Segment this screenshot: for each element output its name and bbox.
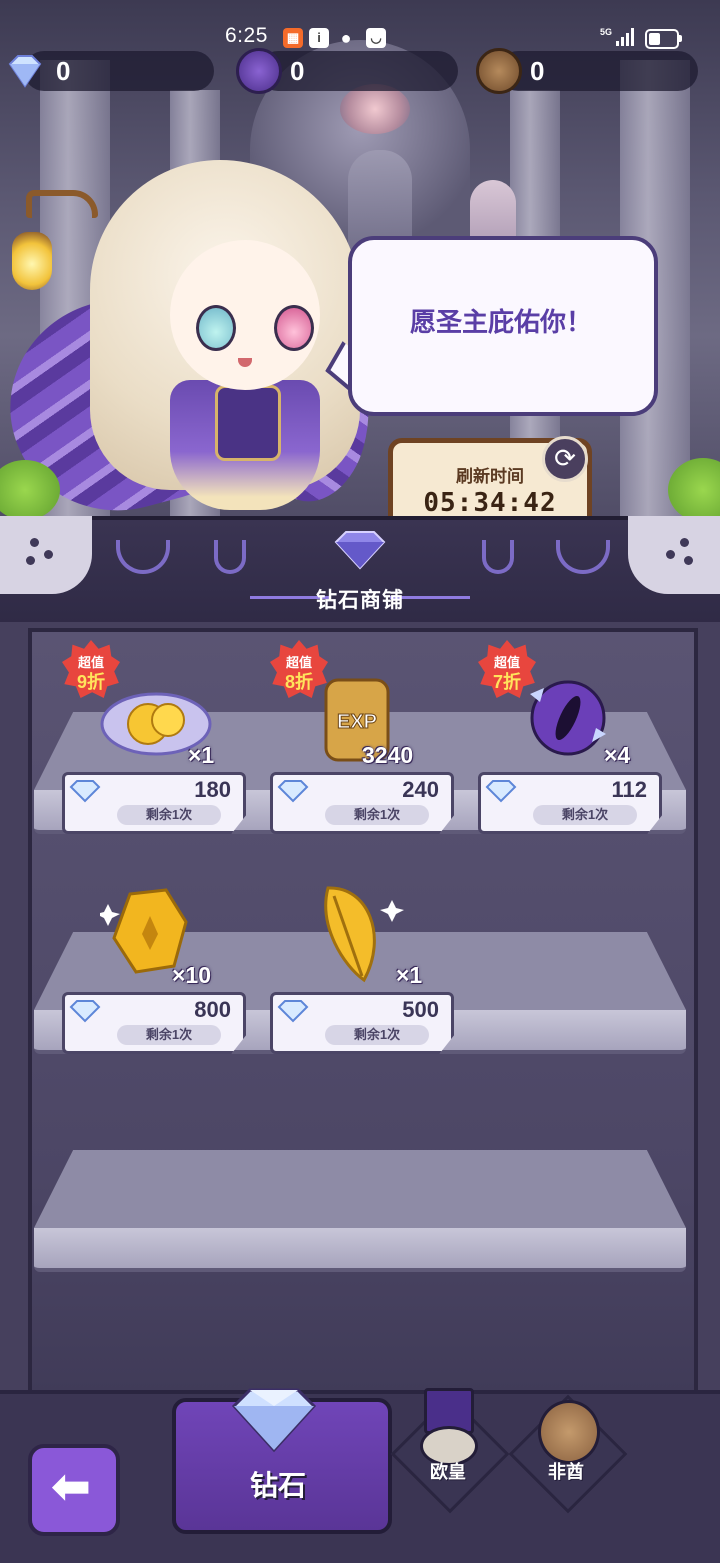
price-value: 112 <box>611 777 648 802</box>
price-value: 240 <box>402 777 439 802</box>
remaining-count: 剩余1次 <box>117 805 221 825</box>
tab-diamond-label: 钻石 <box>249 1470 306 1501</box>
shelf-front <box>34 1228 686 1272</box>
refresh-icon: ⟳ <box>554 443 576 473</box>
shop-item-1[interactable]: 超值 9折 ×1 180 剩余1次 <box>60 640 246 834</box>
refresh-button[interactable]: ⟳ <box>542 436 588 482</box>
tab-ouhuang-label: 欧皇 <box>430 1462 466 1482</box>
top-hat-icon <box>236 48 282 94</box>
lantern-icon <box>12 232 52 290</box>
ornament-swirl <box>214 540 246 574</box>
diamond-icon <box>485 780 517 803</box>
item-quantity: ×1 <box>188 742 215 768</box>
chat-notification-icon: ● <box>340 28 352 48</box>
item-quantity: ×1 <box>396 962 423 988</box>
remaining-count: 剩余1次 <box>533 805 637 825</box>
header-ornament-left <box>0 516 92 594</box>
info-notification-icon: i <box>309 28 329 48</box>
item-quantity: ×4 <box>604 742 631 768</box>
badge-discount: 8折 <box>284 672 313 692</box>
item-quantity: ×10 <box>172 962 212 988</box>
gold-feather-icon <box>324 886 404 983</box>
badge-discount: 9折 <box>76 672 105 692</box>
character-bodice <box>215 385 281 461</box>
price-tag[interactable]: 240 剩余1次 <box>270 772 454 834</box>
svg-text:EXP: EXP <box>337 711 377 733</box>
diamond-icon <box>277 780 309 803</box>
shelf <box>34 1150 686 1228</box>
price-tag[interactable]: 180 剩余1次 <box>62 772 246 834</box>
diamond-icon <box>277 1000 309 1023</box>
bear-icon <box>476 48 522 94</box>
shop-item-3[interactable]: 超值 7折 ×4 112 剩余1次 <box>476 640 662 834</box>
shop-item-4[interactable]: ×10 800 剩余1次 <box>60 870 246 1054</box>
diamond-icon <box>231 1388 317 1453</box>
remaining-count: 剩余1次 <box>325 805 429 825</box>
diamond-icon <box>8 55 42 88</box>
badge-discount: 7折 <box>492 672 521 692</box>
price-tag[interactable]: 500 剩余1次 <box>270 992 454 1054</box>
signal-icon <box>616 28 636 46</box>
app-notification-icon: ▦ <box>283 28 303 48</box>
rose-window <box>340 84 410 134</box>
price-value: 180 <box>194 777 231 802</box>
refresh-countdown: 05:34:42 <box>423 488 557 518</box>
diamond-icon <box>69 780 101 803</box>
currency-value: 0 <box>56 56 71 86</box>
shop-item-2[interactable]: EXP 超值 8折 3240 240 剩余1次 <box>268 640 454 834</box>
shop-title: 钻石商铺 <box>316 589 404 612</box>
diamond-icon <box>334 531 386 570</box>
bear-icon <box>538 1400 600 1464</box>
speech-bubble-text: 愿圣主庇佑你！ <box>409 307 592 337</box>
network-type: 5G <box>600 27 613 37</box>
bag-notification-icon: ◡ <box>366 28 386 48</box>
shop-item-5[interactable]: ×1 500 剩余1次 <box>268 870 454 1054</box>
ornament-swirl <box>482 540 514 574</box>
remaining-count: 剩余1次 <box>117 1025 221 1045</box>
price-value: 500 <box>402 997 439 1022</box>
tab-feiqiu-label: 非酋 <box>548 1462 584 1482</box>
status-clock: 6:25 <box>225 24 268 47</box>
battery-cap <box>679 35 682 42</box>
price-tag[interactable]: 800 剩余1次 <box>62 992 246 1054</box>
battery-icon <box>645 29 679 49</box>
remaining-count: 剩余1次 <box>325 1025 429 1045</box>
character-eye-left <box>196 305 236 351</box>
character-eye-right <box>274 305 314 351</box>
price-value: 800 <box>194 997 231 1022</box>
lantern-hook <box>26 190 98 218</box>
currency-value: 0 <box>530 56 545 86</box>
item-quantity: 3240 <box>362 742 414 768</box>
header-ornament-right <box>628 516 720 594</box>
price-tag[interactable]: 112 剩余1次 <box>478 772 662 834</box>
currency-value: 0 <box>290 56 305 86</box>
diamond-icon <box>69 1000 101 1023</box>
back-arrow-icon: ⬅ <box>51 1460 91 1512</box>
